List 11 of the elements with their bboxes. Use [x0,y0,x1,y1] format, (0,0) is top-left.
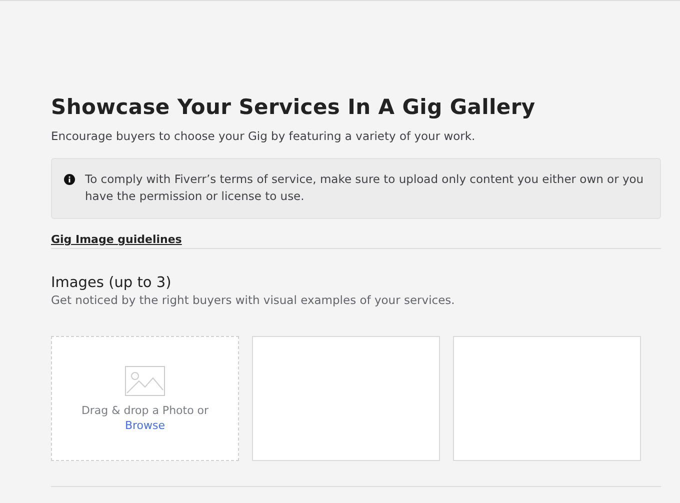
guidelines-link[interactable]: Gig Image guidelines [51,233,182,246]
page-title: Showcase Your Services In A Gig Gallery [51,95,536,119]
info-icon [64,174,75,185]
dropzone-prompt: Drag & drop a Photo or [81,404,209,416]
upload-dropzone[interactable]: Drag & drop a Photo or Browse [51,336,239,461]
page-subtitle: Encourage buyers to choose your Gig by featuring a variety of your work. [51,129,476,143]
section-title: Images (up to 3) [51,275,172,291]
browse-link[interactable]: Browse [124,418,166,432]
image-icon [125,366,165,396]
section-description: Get noticed by the right buyers with visual examples of your services. [51,293,456,307]
notice-text: To comply with Fiverr’s terms of service, make sure to upload only content you either own or you have the permission or license to use. [85,171,645,205]
